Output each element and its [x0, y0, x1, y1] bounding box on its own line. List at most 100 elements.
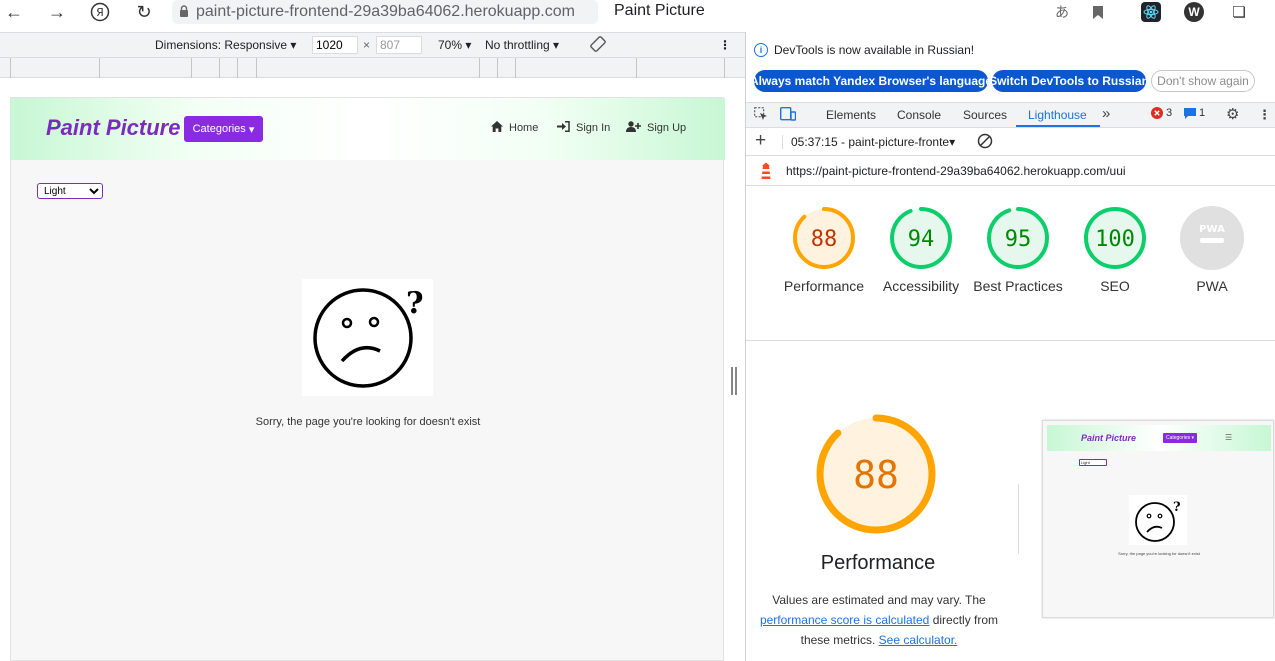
thumbnail-confused-face: ? — [1129, 495, 1187, 545]
tab-sources[interactable]: Sources — [963, 108, 1007, 122]
settings-gear-icon[interactable]: ⚙ — [1226, 105, 1239, 123]
confused-face-image: ? — [302, 279, 433, 396]
score-calculated-link[interactable]: performance score is calculated — [760, 613, 929, 627]
nav-home[interactable]: Home — [491, 121, 538, 135]
score-label: Performance — [783, 278, 865, 294]
score-value: 94 — [908, 227, 935, 252]
categories-button[interactable]: Categories ▾ — [184, 116, 263, 142]
reload-icon[interactable]: ↻ — [133, 1, 155, 23]
score-gauges: 88 Performance 94 Accessibility 95 Best Pract… — [746, 186, 1275, 341]
score-value: 95 — [1005, 227, 1032, 252]
home-icon — [491, 121, 503, 135]
devtools-panel: i DevTools is now available in Russian! … — [746, 32, 1275, 661]
big-score-text: 88 — [853, 453, 899, 497]
page-title: Paint Picture — [614, 2, 705, 19]
score-ring: 100 — [1084, 207, 1146, 269]
emulated-page: Paint Picture Categories ▾ Home Sign In … — [10, 97, 725, 661]
rotate-icon[interactable] — [589, 35, 607, 56]
nav-sign-in[interactable]: Sign In — [557, 121, 610, 135]
pwa-badge-text: PWA — [1199, 224, 1225, 235]
add-user-icon — [626, 121, 641, 135]
error-icon — [1151, 107, 1163, 119]
score-label: Accessibility — [882, 278, 960, 294]
viewport-width-input[interactable] — [312, 36, 358, 54]
address-bar[interactable]: paint-picture-frontend-29a39ba64062.hero… — [172, 0, 598, 24]
infobar-message: DevTools is now available in Russian! — [774, 43, 975, 57]
svg-text:?: ? — [1173, 500, 1181, 515]
inspect-element-icon[interactable] — [754, 107, 768, 124]
bookmark-icon[interactable] — [1088, 2, 1108, 22]
score-ring: 94 — [890, 207, 952, 269]
back-icon[interactable]: ← — [3, 1, 25, 23]
page-screenshot-thumbnail[interactable]: Paint Picture Categories ▾ ☰ Light ? Sor… — [1042, 420, 1274, 618]
score-value: 100 — [1095, 227, 1135, 252]
more-tabs-icon[interactable]: » — [1102, 105, 1110, 122]
score-label: Best Practices — [973, 278, 1063, 294]
tab-elements[interactable]: Elements — [826, 108, 876, 122]
report-url[interactable]: https://paint-picture-frontend-29a39ba64… — [786, 164, 1126, 178]
devtools-menu-icon[interactable]: ⋮ — [1258, 107, 1271, 123]
report-url-row: https://paint-picture-frontend-29a39ba64… — [746, 156, 1275, 186]
gauge-performance[interactable]: 88 Performance — [776, 204, 872, 296]
score-label: PWA — [1196, 278, 1228, 294]
performance-big-gauge: 88 — [806, 404, 946, 549]
extensions-icon[interactable]: ❏ — [1229, 2, 1249, 22]
dimension-separator: × — [363, 38, 371, 52]
switch-language-button[interactable]: Switch DevTools to Russian — [989, 70, 1149, 92]
message-counter[interactable]: 1 — [1184, 107, 1205, 119]
svg-text:?: ? — [406, 286, 424, 321]
brand-logo[interactable]: Paint Picture — [46, 115, 180, 141]
browser-toolbar: ← → Я ↻ paint-picture-frontend-29a39ba64… — [0, 0, 1275, 24]
lock-icon — [172, 4, 196, 20]
score-ring: 88 — [793, 207, 855, 269]
lighthouse-icon — [758, 162, 774, 183]
score-label: SEO — [1100, 278, 1130, 294]
gauge-accessibility[interactable]: 94 Accessibility — [873, 204, 969, 296]
translate-icon[interactable]: あ — [1052, 2, 1072, 22]
gauge-seo[interactable]: 100 SEO — [1067, 204, 1163, 296]
device-toolbar-icon[interactable] — [779, 106, 797, 124]
throttling-dropdown[interactable]: No throttling ▾ — [485, 38, 559, 52]
dimensions-dropdown[interactable]: Dimensions: Responsive ▾ — [155, 38, 296, 52]
performance-heading: Performance — [820, 552, 936, 574]
gauge-best-practices[interactable]: 95 Best Practices — [970, 204, 1066, 296]
zoom-dropdown[interactable]: 70% ▾ — [438, 38, 471, 52]
sign-in-icon — [557, 121, 570, 135]
yandex-icon[interactable]: Я — [89, 1, 111, 23]
forward-icon[interactable]: → — [46, 1, 68, 23]
devtools-tabbar: Elements Console Sources Lighthouse » 3 … — [746, 102, 1275, 128]
score-value: 88 — [811, 227, 838, 252]
active-tab-indicator — [1016, 125, 1100, 127]
more-options-icon[interactable]: ⋮ — [719, 38, 731, 52]
media-query-ruler — [0, 58, 745, 78]
tab-console[interactable]: Console — [897, 108, 941, 122]
device-toolbar: Dimensions: Responsive ▾ × 70% ▾ No thro… — [0, 32, 745, 58]
score-ring: PWA — [1180, 206, 1244, 270]
react-devtools-icon[interactable] — [1141, 2, 1161, 22]
hamburger-icon: ☰ — [1225, 433, 1233, 442]
see-calculator-link[interactable]: See calculator. — [879, 633, 958, 647]
language-infobar: i DevTools is now available in Russian! … — [746, 32, 1275, 98]
w-extension-icon[interactable]: W — [1184, 2, 1204, 22]
site-navbar: Paint Picture Categories ▾ Home Sign In … — [11, 98, 725, 160]
url-text: paint-picture-frontend-29a39ba64062.hero… — [196, 3, 575, 20]
gauge-pwa[interactable]: PWA PWA — [1164, 204, 1260, 296]
performance-description: Values are estimated and may vary. The p… — [759, 593, 999, 647]
error-counter[interactable]: 3 — [1151, 107, 1172, 119]
nav-sign-up[interactable]: Sign Up — [626, 121, 686, 135]
match-language-button[interactable]: Always match Yandex Browser's language — [750, 70, 992, 92]
viewport-height-input[interactable] — [376, 36, 422, 54]
message-icon — [1184, 107, 1196, 119]
score-ring: 95 — [987, 207, 1049, 269]
new-report-icon[interactable]: + — [755, 130, 766, 152]
not-found-message: Sorry, the page you're looking for doesn… — [255, 416, 481, 428]
info-icon: i — [754, 43, 768, 57]
tab-lighthouse[interactable]: Lighthouse — [1028, 108, 1087, 122]
report-selector[interactable]: 05:37:15 - paint-picture-fronte▾ — [791, 135, 955, 149]
lighthouse-toolbar: + 05:37:15 - paint-picture-fronte▾ — [746, 128, 1275, 156]
svg-text:Я: Я — [96, 6, 104, 19]
dont-show-again-button[interactable]: Don't show again — [1151, 70, 1255, 92]
clear-reports-icon[interactable] — [977, 133, 993, 152]
viewport-resize-handle[interactable] — [731, 367, 737, 395]
theme-select[interactable]: Light — [37, 183, 103, 199]
